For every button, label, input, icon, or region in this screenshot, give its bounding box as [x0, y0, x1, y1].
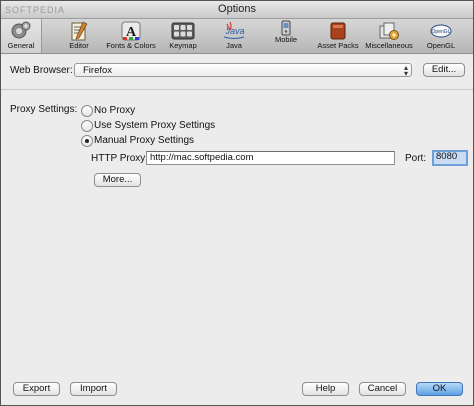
radio-no-proxy-label: No Proxy: [94, 105, 136, 116]
proxy-settings-label: Proxy Settings:: [10, 104, 78, 115]
web-browser-value: Firefox: [83, 65, 113, 76]
more-button[interactable]: More...: [94, 173, 141, 187]
tab-keymap[interactable]: Keymap: [163, 19, 203, 53]
keymap-icon: [171, 22, 195, 40]
import-button[interactable]: Import: [70, 382, 117, 396]
opengl-logo-text: OpenGL: [432, 29, 451, 35]
editor-icon: [71, 21, 88, 41]
tab-asset-packs-label: Asset Packs: [317, 41, 359, 50]
tab-editor-label: Editor: [69, 41, 89, 50]
http-proxy-label: HTTP Proxy:: [91, 153, 149, 164]
general-icon: [11, 21, 31, 39]
preferences-toolbar: General Editor A Fonts & Colors Keymap J…: [1, 19, 473, 54]
tab-fonts-colors[interactable]: A Fonts & Colors: [105, 19, 157, 53]
fonts-colors-icon: A: [121, 21, 141, 41]
radio-button-selected[interactable]: [81, 135, 93, 147]
tab-mobile[interactable]: Mobile: [265, 19, 307, 53]
title-bar: SOFTPEDIA Options: [1, 1, 473, 19]
tab-general[interactable]: General: [1, 19, 42, 53]
port-input[interactable]: 8080: [432, 150, 468, 166]
browser-edit-button[interactable]: Edit...: [423, 63, 465, 77]
help-button[interactable]: Help: [302, 382, 349, 396]
tab-editor[interactable]: Editor: [59, 19, 99, 53]
tab-mobile-label: Mobile: [274, 35, 298, 44]
tab-asset-packs[interactable]: Asset Packs: [315, 19, 361, 53]
java-icon: Java: [223, 21, 245, 39]
general-panel: Web Browser: Firefox ▴ ▾ Edit... Proxy Se…: [1, 54, 473, 405]
asset-packs-icon: [330, 22, 346, 40]
radio-button[interactable]: [81, 120, 93, 132]
radio-manual-proxy-label: Manual Proxy Settings: [94, 135, 195, 146]
ok-button[interactable]: OK: [416, 382, 463, 396]
miscellaneous-icon: [379, 22, 399, 40]
separator: [1, 89, 473, 90]
tab-opengl[interactable]: OpenGL OpenGL: [421, 19, 461, 53]
tab-java[interactable]: Java Java: [213, 19, 255, 53]
radio-button[interactable]: [81, 105, 93, 117]
web-browser-label: Web Browser:: [10, 65, 73, 76]
radio-dot: [85, 139, 89, 143]
web-browser-select[interactable]: Firefox ▴ ▾: [74, 63, 412, 78]
tab-miscellaneous-label: Miscellaneous: [365, 41, 413, 50]
java-logo-text: Java: [224, 26, 244, 36]
http-proxy-input[interactable]: http://mac.softpedia.com: [146, 151, 395, 165]
watermark: SOFTPEDIA: [5, 5, 66, 15]
tab-fonts-colors-label: Fonts & Colors: [106, 41, 156, 50]
tab-keymap-label: Keymap: [169, 41, 197, 50]
export-button[interactable]: Export: [13, 382, 60, 396]
window-title: Options: [218, 3, 256, 15]
opengl-icon: OpenGL: [430, 24, 452, 38]
select-arrows-icon: ▴ ▾: [403, 63, 408, 78]
cancel-button[interactable]: Cancel: [359, 382, 406, 396]
tab-opengl-label: OpenGL: [426, 41, 456, 50]
options-window: SOFTPEDIA Options General Editor A Fonts…: [0, 0, 474, 406]
tab-general-label: General: [7, 41, 35, 50]
port-label: Port:: [405, 153, 427, 164]
tab-java-label: Java: [226, 41, 242, 50]
radio-system-proxy-label: Use System Proxy Settings: [94, 120, 216, 131]
tab-miscellaneous[interactable]: Miscellaneous: [365, 19, 413, 53]
